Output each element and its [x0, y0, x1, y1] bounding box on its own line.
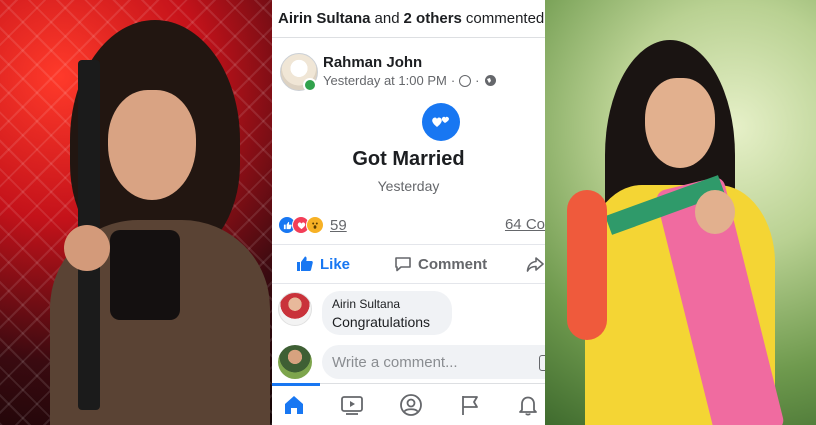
sleeve-shape [567, 190, 607, 340]
thumbs-up-icon [297, 256, 313, 271]
like-button[interactable]: Like [296, 255, 350, 273]
top-shape [110, 230, 180, 320]
comment-input[interactable]: Write a comment... [322, 345, 545, 379]
left-photo [0, 0, 272, 425]
face-shape [645, 78, 715, 168]
share-icon [526, 257, 544, 272]
right-photo [545, 0, 816, 425]
bell-icon[interactable] [516, 393, 540, 417]
comment-count[interactable]: 64 Co [505, 216, 545, 233]
bottom-tab-bar [272, 383, 545, 425]
comment-input-placeholder: Write a comment... [332, 353, 458, 371]
comment-button[interactable]: Comment [394, 255, 487, 273]
home-icon[interactable] [282, 393, 306, 417]
face-shape [108, 90, 196, 200]
share-button[interactable] [526, 255, 544, 273]
video-icon[interactable] [340, 393, 364, 417]
post-meta: Yesterday at 1:00 PM · · [323, 73, 497, 88]
comment-label: Comment [418, 255, 488, 273]
commenter-avatar[interactable] [278, 292, 312, 326]
reaction-summary[interactable]: 59 [278, 216, 347, 234]
divider-top [272, 244, 545, 245]
notification-header[interactable]: Airin Sultana and 2 others commented [272, 0, 545, 38]
hand-shape [695, 190, 735, 234]
notification-others: 2 others [403, 10, 462, 27]
comment-bubble[interactable]: Airin Sultana Congratulations [322, 291, 452, 335]
online-status-dot [303, 78, 317, 92]
hand-shape [64, 225, 110, 271]
reaction-count[interactable]: 59 [330, 217, 347, 234]
like-label: Like [320, 255, 351, 273]
comment-author[interactable]: Airin Sultana [332, 297, 442, 311]
facebook-post-card: Airin Sultana and 2 others commented Rah… [272, 0, 545, 425]
notification-actor: Airin Sultana [278, 10, 371, 27]
post-time[interactable]: Yesterday at 1:00 PM [323, 73, 447, 88]
clock-icon [459, 74, 472, 87]
active-tab-indicator [272, 383, 320, 386]
hearts-icon [422, 103, 460, 141]
life-event-title: Got Married [352, 148, 465, 170]
hearts-glyph [432, 116, 449, 127]
post-author[interactable]: Rahman John [323, 54, 422, 71]
notification-connector: and [374, 10, 400, 27]
flag-icon[interactable] [458, 393, 482, 417]
globe-icon [484, 75, 496, 86]
life-event-date: Yesterday [377, 178, 440, 194]
comment-text: Congratulations [332, 314, 431, 330]
notification-verb: commented [465, 10, 545, 27]
comment-icon [395, 257, 411, 272]
viewer-avatar [278, 345, 312, 379]
wow-reaction-icon [306, 216, 324, 234]
post-actions-bar: Like Comment [272, 248, 545, 282]
divider-bottom [272, 283, 545, 284]
profile-icon[interactable] [399, 393, 423, 417]
